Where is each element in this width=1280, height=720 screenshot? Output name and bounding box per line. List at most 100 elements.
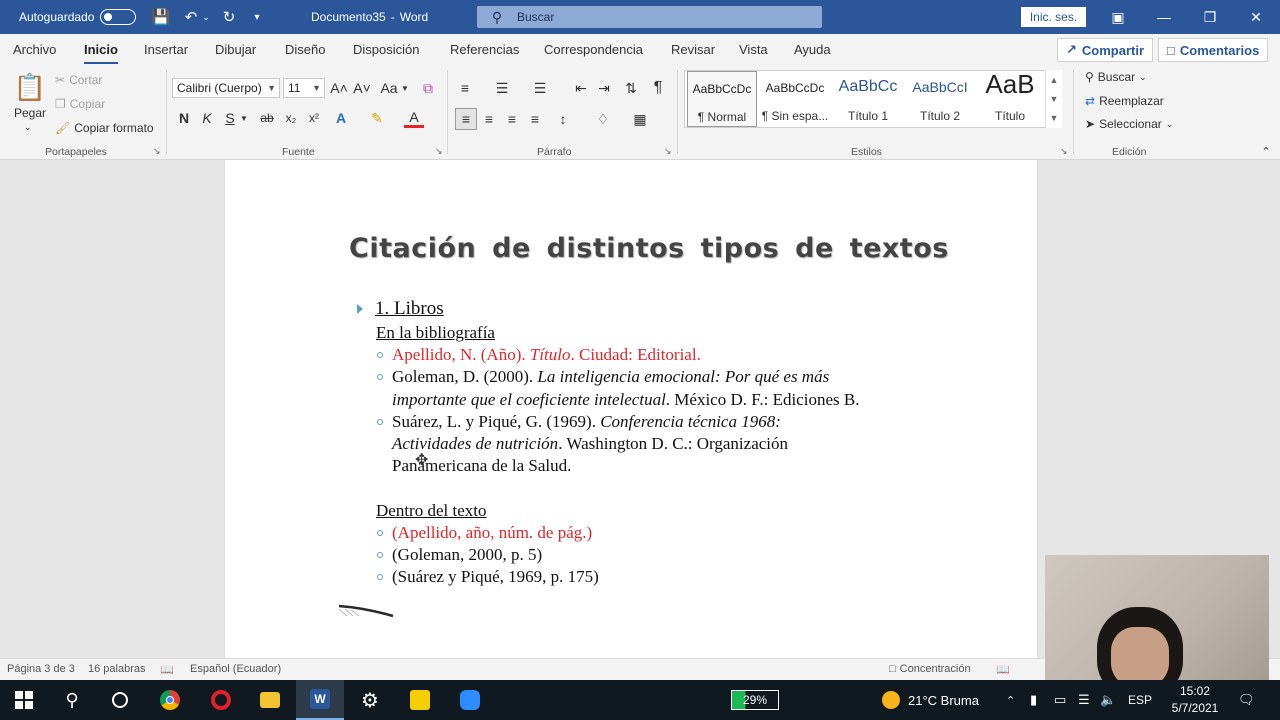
read-mode-icon[interactable]: 📖 [996,663,1010,676]
undo-dropdown-icon[interactable]: ⌄ [200,0,212,34]
numbering-icon[interactable]: ☰ [492,78,512,98]
select-button[interactable]: ➤ Seleccionar ⌄ [1085,117,1173,131]
tab-referencias[interactable]: Referencias [450,42,519,57]
line-spacing-icon[interactable]: ↕ [552,108,574,130]
sign-in-button[interactable]: Inic. ses. [1021,7,1086,27]
chevron-down-icon[interactable]: ▼ [1050,94,1059,104]
ribbon-display-options-icon[interactable]: ▣ [1095,0,1141,34]
styles-dialog-launcher-icon[interactable]: ↘ [1060,146,1068,157]
tab-revisar[interactable]: Revisar [671,42,715,57]
bold-button[interactable]: N [175,108,193,128]
tab-inicio[interactable]: Inicio [84,42,118,64]
minimize-icon[interactable]: — [1141,0,1187,34]
weather-widget[interactable]: 21°C Bruma [882,680,979,720]
borders-icon[interactable]: ▦ [630,108,650,130]
battery-tray-icon[interactable]: ▭ [1054,680,1066,720]
bullets-icon[interactable]: ≡ [455,78,475,98]
wifi-icon[interactable]: ☰ [1078,680,1090,720]
multilevel-list-icon[interactable]: ☰ [530,78,550,98]
shading-icon[interactable]: ♢ [593,108,613,130]
style-title[interactable]: AaB Título [977,69,1043,127]
clipboard-dialog-launcher-icon[interactable]: ↘ [153,146,161,157]
word-icon[interactable]: W [296,680,344,720]
tab-insertar[interactable]: Insertar [144,42,188,57]
search-icon[interactable]: ⚲ [48,680,96,720]
redo-icon[interactable]: ↻ [218,0,240,34]
tab-correspondencia[interactable]: Correspondencia [544,42,643,57]
tab-diseno[interactable]: Diseño [285,42,325,57]
close-icon[interactable]: ✕ [1233,0,1279,34]
chevron-up-icon[interactable]: ▲ [1050,75,1059,85]
font-size-select[interactable]: 11 ▼ [283,78,325,98]
windows-start-icon[interactable] [0,680,48,720]
undo-icon[interactable]: ↶ [180,0,202,34]
show-formatting-button[interactable]: ¶ [648,78,668,98]
superscript-button[interactable]: x² [304,108,324,128]
sort-icon[interactable]: ⇅ [621,78,641,98]
battery-indicator[interactable]: 29% [731,690,779,710]
chrome-icon[interactable] [146,680,194,720]
justify-icon[interactable]: ≡ [525,108,545,130]
cut-button[interactable]: ✂ Cortar [55,73,102,87]
copy-button[interactable]: ❐ Copiar [55,97,105,111]
comments-button[interactable]: □ Comentarios [1158,38,1269,62]
underline-button[interactable]: S [221,108,239,128]
file-explorer-icon[interactable] [246,680,294,720]
save-icon[interactable]: 💾 [150,0,172,34]
proofing-icon[interactable]: 📖 [160,663,174,676]
clipboard-icon[interactable]: 📋 [14,70,46,104]
settings-gear-icon[interactable]: ⚙ [346,680,394,720]
keyboard-language[interactable]: ESP [1128,680,1152,720]
align-left-icon[interactable]: ≡ [455,108,477,130]
style-heading-2[interactable]: AaBbCcI Título 2 [905,71,975,127]
word-count[interactable]: 16 palabras [88,663,146,675]
chevron-up-icon[interactable]: ⌃ [1006,680,1015,720]
zoom-icon[interactable] [446,680,494,720]
clear-formatting-icon[interactable]: ⧉ [417,78,439,98]
decrease-indent-icon[interactable]: ⇤ [571,78,591,98]
replace-button[interactable]: ⇄ Reemplazar [1085,94,1164,108]
customize-toolbar-icon[interactable]: ▾ [246,0,268,34]
format-painter-button[interactable]: 🖌 Copiar formato [55,121,154,135]
notifications-icon[interactable]: 🗨 [1238,680,1255,720]
autosave-toggle[interactable] [100,9,137,25]
tab-dibujar[interactable]: Dibujar [215,42,256,57]
font-name-select[interactable]: Calibri (Cuerpo) ▼ [172,78,280,98]
strikethrough-button[interactable]: ab [256,108,278,128]
document-page[interactable]: Citación de distintos tipos de textos 1.… [224,160,1038,658]
subscript-button[interactable]: x₂ [281,108,301,128]
highlight-icon[interactable]: ✎ [367,108,387,128]
search-box[interactable]: ⚲ Buscar [477,6,822,28]
align-center-icon[interactable]: ≡ [479,108,499,130]
chevron-down-icon[interactable]: ▼ [239,108,249,128]
cortana-icon[interactable] [96,680,144,720]
italic-button[interactable]: K [198,108,216,128]
page-count[interactable]: Página 3 de 3 [7,663,75,675]
language-indicator[interactable]: Español (Ecuador) [190,663,281,675]
share-button[interactable]: ↗ Compartir [1057,38,1154,62]
font-dialog-launcher-icon[interactable]: ↘ [435,146,443,157]
microphone-icon[interactable]: ▮ [1030,680,1037,720]
clock[interactable]: 15:02 5/7/2021 [1160,683,1230,717]
align-right-icon[interactable]: ≡ [502,108,522,130]
tab-vista[interactable]: Vista [739,42,768,57]
speaker-icon[interactable]: 🔈 [1100,680,1116,720]
grow-font-button[interactable]: A˄ [329,78,349,98]
style-normal[interactable]: AaBbCcDc ¶ Normal [687,71,757,127]
increase-indent-icon[interactable]: ⇥ [594,78,614,98]
shrink-font-button[interactable]: A˅ [352,78,372,98]
focus-button[interactable]: □ Concentración [889,663,971,675]
sticky-notes-icon[interactable] [396,680,444,720]
tab-disposicion[interactable]: Disposición [353,42,419,57]
text-effects-icon[interactable]: A [331,108,351,128]
style-heading-1[interactable]: AaBbCc Título 1 [833,71,903,127]
more-styles-icon[interactable]: ▼ [1050,113,1059,123]
collapse-ribbon-icon[interactable]: ⌃ [1259,144,1273,158]
tab-ayuda[interactable]: Ayuda [794,42,831,57]
font-color-button[interactable]: A [404,108,424,128]
tab-archivo[interactable]: Archivo [13,42,56,57]
change-case-button[interactable]: Aa [378,78,400,98]
paste-dropdown-icon[interactable]: ⌄ [24,122,32,133]
paste-button[interactable]: Pegar [14,106,46,120]
find-button[interactable]: ⚲ Buscar ⌄ [1085,70,1147,84]
